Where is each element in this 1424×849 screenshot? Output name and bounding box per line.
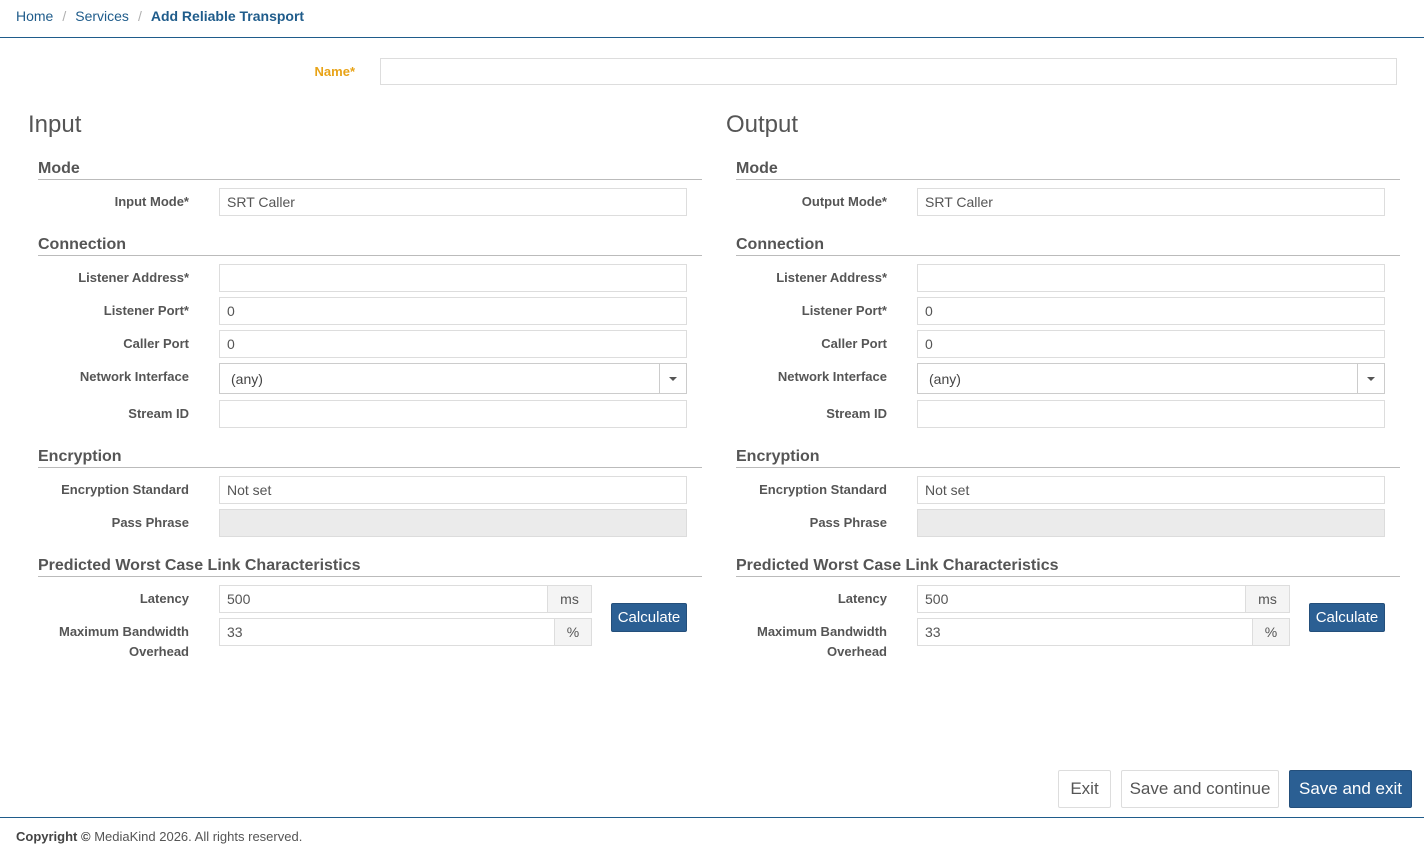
output-mode-field[interactable]: SRT Caller [917, 188, 1385, 216]
output-link-section-title: Predicted Worst Case Link Characteristic… [736, 557, 1059, 574]
output-bandwidth-unit: % [1252, 619, 1289, 645]
section-divider [736, 255, 1400, 256]
output-listener-port-field[interactable]: 0 [917, 297, 1385, 325]
breadcrumb-separator: / [62, 8, 67, 24]
name-input[interactable] [380, 58, 1397, 85]
output-stream-id-label: Stream ID [826, 406, 887, 421]
caret-down-icon [1367, 377, 1375, 381]
output-bandwidth-label: Maximum Bandwidth Overhead [726, 622, 887, 662]
breadcrumb-services-link[interactable]: Services [75, 8, 129, 24]
output-connection-section-title: Connection [736, 236, 824, 253]
input-latency-unit: ms [547, 586, 591, 612]
output-listener-address-label: Listener Address* [776, 270, 887, 285]
input-mode-section-title: Mode [38, 160, 80, 177]
output-pass-phrase-field [917, 509, 1385, 537]
output-network-interface-value: (any) [929, 371, 961, 387]
breadcrumb-home-link[interactable]: Home [16, 8, 53, 24]
output-caller-port-label: Caller Port [821, 336, 887, 351]
input-mode-label: Input Mode* [114, 194, 189, 209]
input-panel: Input Mode Input Mode* SRT Caller Connec… [28, 108, 718, 678]
output-latency-unit: ms [1245, 586, 1289, 612]
input-latency-group: 500 ms [219, 585, 592, 613]
output-calculate-button[interactable]: Calculate [1309, 603, 1385, 632]
output-listener-port-label: Listener Port* [801, 303, 887, 318]
input-panel-title: Input [28, 111, 82, 138]
input-bandwidth-field[interactable]: 33 [220, 619, 554, 645]
name-label: Name* [314, 64, 355, 79]
section-divider [38, 255, 702, 256]
input-listener-address-label: Listener Address* [78, 270, 189, 285]
input-listener-port-label: Listener Port* [103, 303, 189, 318]
input-latency-field[interactable]: 500 [220, 586, 547, 612]
copyright-text: Copyright © MediaKind 2026. All rights r… [16, 829, 302, 844]
output-bandwidth-group: 33 % [917, 618, 1290, 646]
input-calculate-button[interactable]: Calculate [611, 603, 687, 632]
section-divider [736, 179, 1400, 180]
breadcrumb: Home / Services / Add Reliable Transport [16, 8, 304, 24]
output-network-interface-select[interactable]: (any) [917, 363, 1385, 394]
output-panel: Output Mode Output Mode* SRT Caller Conn… [726, 108, 1416, 678]
save-and-exit-button[interactable]: Save and exit [1289, 770, 1412, 808]
output-mode-label: Output Mode* [801, 194, 887, 209]
input-stream-id-field[interactable] [219, 400, 687, 428]
output-mode-section-title: Mode [736, 160, 778, 177]
output-bandwidth-label-line2: Overhead [827, 644, 887, 659]
output-encryption-standard-field[interactable]: Not set [917, 476, 1385, 504]
output-bandwidth-label-line1: Maximum Bandwidth [756, 624, 887, 639]
input-stream-id-label: Stream ID [128, 406, 189, 421]
section-divider [38, 179, 702, 180]
header-divider [0, 37, 1424, 38]
input-encryption-standard-label: Encryption Standard [61, 482, 189, 497]
input-caller-port-label: Caller Port [123, 336, 189, 351]
section-divider [736, 467, 1400, 468]
output-encryption-standard-label: Encryption Standard [759, 482, 887, 497]
input-network-interface-value: (any) [231, 371, 263, 387]
input-network-interface-label: Network Interface [79, 369, 189, 384]
output-caller-port-field[interactable]: 0 [917, 330, 1385, 358]
input-bandwidth-group: 33 % [219, 618, 592, 646]
input-encryption-section-title: Encryption [38, 448, 122, 465]
input-network-interface-select[interactable]: (any) [219, 363, 687, 394]
output-stream-id-field[interactable] [917, 400, 1385, 428]
copyright-label: Copyright © [16, 829, 91, 844]
input-bandwidth-label: Maximum Bandwidth Overhead [28, 622, 189, 662]
input-encryption-standard-field[interactable]: Not set [219, 476, 687, 504]
exit-button[interactable]: Exit [1058, 770, 1111, 808]
dropdown-toggle[interactable] [1357, 364, 1384, 393]
breadcrumb-current: Add Reliable Transport [150, 8, 305, 24]
input-link-section-title: Predicted Worst Case Link Characteristic… [38, 557, 361, 574]
output-latency-field[interactable]: 500 [918, 586, 1245, 612]
input-bandwidth-label-line1: Maximum Bandwidth [58, 624, 189, 639]
input-bandwidth-unit: % [554, 619, 591, 645]
input-pass-phrase-field [219, 509, 687, 537]
section-divider [38, 576, 702, 577]
input-caller-port-field[interactable]: 0 [219, 330, 687, 358]
output-latency-label: Latency [837, 591, 887, 606]
breadcrumb-separator: / [137, 8, 142, 24]
section-divider [38, 467, 702, 468]
footer-divider [0, 817, 1424, 818]
output-pass-phrase-label: Pass Phrase [809, 515, 887, 530]
output-listener-address-field[interactable] [917, 264, 1385, 292]
save-and-continue-button[interactable]: Save and continue [1121, 770, 1279, 808]
input-bandwidth-label-line2: Overhead [129, 644, 189, 659]
input-latency-label: Latency [139, 591, 189, 606]
output-encryption-section-title: Encryption [736, 448, 820, 465]
section-divider [736, 576, 1400, 577]
input-mode-field[interactable]: SRT Caller [219, 188, 687, 216]
input-connection-section-title: Connection [38, 236, 126, 253]
output-panel-title: Output [726, 111, 799, 138]
caret-down-icon [669, 377, 677, 381]
copyright-owner: MediaKind 2026. All rights reserved. [90, 829, 303, 844]
input-listener-address-field[interactable] [219, 264, 687, 292]
input-pass-phrase-label: Pass Phrase [111, 515, 189, 530]
dropdown-toggle[interactable] [659, 364, 686, 393]
input-listener-port-field[interactable]: 0 [219, 297, 687, 325]
output-bandwidth-field[interactable]: 33 [918, 619, 1252, 645]
output-network-interface-label: Network Interface [777, 369, 887, 384]
output-latency-group: 500 ms [917, 585, 1290, 613]
